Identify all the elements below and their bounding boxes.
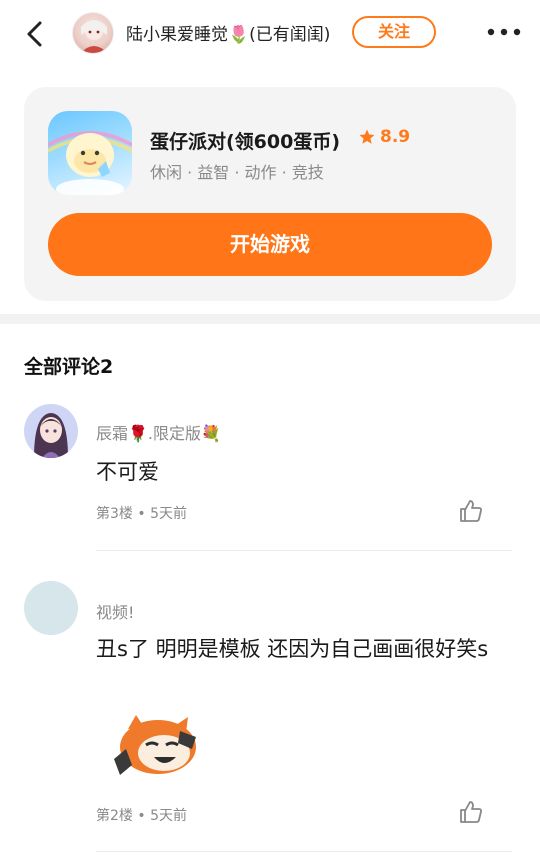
- back-arrow-icon: [27, 21, 42, 47]
- game-name: 蛋仔派对(领600蛋币): [150, 131, 341, 153]
- commenter-name[interactable]: 辰霜🌹.限定版💐: [96, 420, 221, 444]
- start-game-button[interactable]: 开始游戏: [48, 213, 492, 276]
- comment-meta: 第2楼 • 5天前: [96, 808, 187, 824]
- commenter-name[interactable]: 视频!: [96, 599, 134, 623]
- sticker-image: [106, 709, 202, 781]
- like-button[interactable]: [458, 799, 484, 825]
- comment-text: 不可爱: [96, 460, 159, 484]
- game-rating: 8.9: [358, 127, 410, 147]
- follow-button[interactable]: 关注: [352, 16, 436, 48]
- author-avatar[interactable]: [72, 12, 114, 54]
- like-button[interactable]: [458, 498, 484, 524]
- rating-value: 8.9: [380, 127, 411, 147]
- commenter-avatar[interactable]: [24, 581, 78, 635]
- more-button[interactable]: [486, 22, 522, 42]
- thumbs-up-icon: [460, 500, 482, 522]
- more-dots-icon: [487, 28, 521, 36]
- game-card[interactable]: 蛋仔派对(领600蛋币) 8.9 休闲 · 益智 · 动作 · 竞技 开始游戏: [24, 87, 516, 301]
- comment-meta: 第3楼 • 5天前: [96, 506, 187, 522]
- section-divider: [0, 314, 540, 324]
- game-icon[interactable]: [48, 111, 132, 195]
- game-tags: 休闲 · 益智 · 动作 · 竞技: [150, 163, 324, 182]
- comment-text: 丑s了 明明是模板 还因为自己画画很好笑s: [96, 637, 489, 661]
- comment-separator: [96, 851, 512, 852]
- back-button[interactable]: [22, 18, 50, 50]
- top-bar: 陆小果爱睡觉🌷(已有闺闺) 关注: [0, 0, 540, 64]
- comments-title: 全部评论2: [24, 356, 114, 378]
- commenter-avatar[interactable]: [24, 404, 78, 458]
- star-icon: [359, 129, 375, 144]
- thumbs-up-icon: [460, 801, 482, 823]
- author-name[interactable]: 陆小果爱睡觉🌷(已有闺闺): [126, 20, 330, 45]
- comment-separator: [96, 550, 512, 551]
